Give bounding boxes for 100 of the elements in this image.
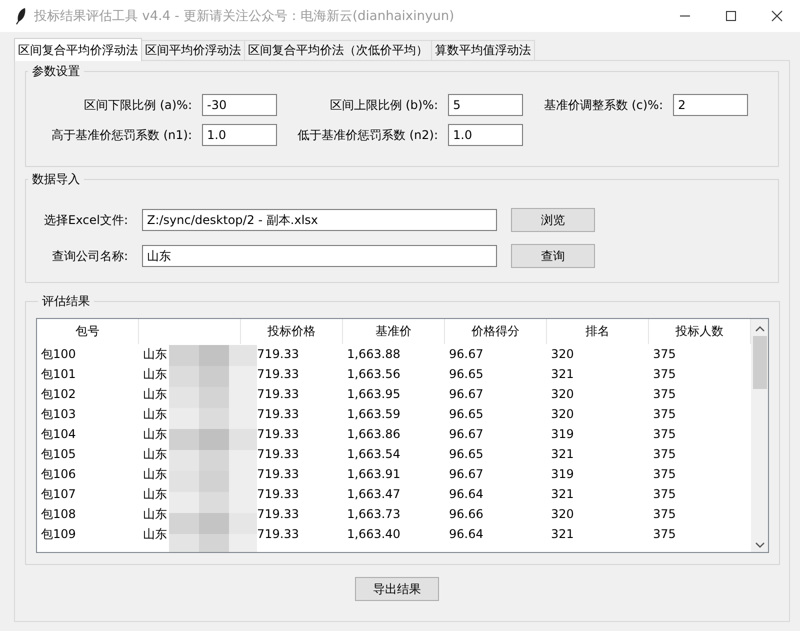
table-cell-text: 1,663.88	[346, 346, 402, 363]
table-cell-text: 375	[652, 506, 677, 523]
table-cell-text: 319	[550, 466, 575, 483]
table-cell-text: 321	[550, 446, 575, 463]
maximize-icon	[725, 10, 737, 22]
table-cell-text: 320	[550, 406, 575, 423]
table-cell-text: 包108	[40, 506, 77, 523]
table-cell-text: 321	[550, 526, 575, 543]
table-cell-text: 96.67	[448, 426, 484, 443]
table-cell-text: 375	[652, 426, 677, 443]
table-cell-text: 山东	[142, 346, 168, 363]
table-cell-text: 山东	[142, 366, 168, 383]
window-title: 投标结果评估工具 v4.4 - 更新请关注公众号：电海新云(dianhaixinyun)	[34, 8, 454, 25]
export-button[interactable]: 导出结果	[355, 577, 439, 601]
table-cell-text: 1,663.40	[346, 526, 402, 543]
column-header[interactable]: 包号	[37, 319, 139, 344]
column-header[interactable]: 基准价	[343, 319, 445, 344]
table-cell-text: 1,663.95	[346, 386, 402, 403]
table-cell-text: 包103	[40, 406, 77, 423]
table-cell-text: 320	[550, 346, 575, 363]
table-cell-text: 包100	[40, 346, 77, 363]
table-cell-text: 375	[652, 526, 677, 543]
field-label: 区间下限比例 (a)%:	[83, 96, 192, 114]
field-label: 基准价调整系数 (c)%:	[542, 96, 663, 114]
table-cell-text: 96.67	[448, 346, 484, 363]
table-cell-text: 包101	[40, 366, 77, 383]
table-cell-text: 96.66	[448, 506, 484, 523]
table-cell-text: 1,663.73	[346, 506, 402, 523]
table-cell-text: 山东	[142, 426, 168, 443]
table-cell-text: 375	[652, 446, 677, 463]
table-cell-text: 96.67	[448, 386, 484, 403]
table-cell-text: 96.67	[448, 466, 484, 483]
scrollbar[interactable]	[751, 319, 768, 552]
table-cell-text: 包105	[40, 446, 77, 463]
table-cell-text: 96.64	[448, 526, 484, 543]
group-title: 数据导入	[31, 171, 81, 188]
input-field[interactable]: 山东	[142, 245, 497, 267]
table-cell-text: 375	[652, 486, 677, 503]
column-header[interactable]: 价格得分	[445, 319, 547, 344]
table-cell-text: 320	[550, 506, 575, 523]
table-cell-text: 375	[652, 386, 677, 403]
table-cell-text: 319	[550, 426, 575, 443]
input-field[interactable]: 1.0	[202, 124, 277, 146]
table-cell-text: 1,663.86	[346, 426, 402, 443]
close-icon	[771, 10, 783, 22]
table-cell-text: 719.33	[256, 486, 300, 503]
table-cell-text: 375	[652, 466, 677, 483]
table-cell-text: 1,663.47	[346, 486, 402, 503]
table-cell-text: 山东	[142, 526, 168, 543]
table-cell-text: 719.33	[256, 346, 300, 363]
input-field[interactable]: 5	[448, 94, 523, 116]
tab[interactable]: 算数平均值浮动法	[431, 40, 535, 60]
input-field[interactable]: 1.0	[448, 124, 523, 146]
input-field[interactable]: -30	[202, 94, 277, 116]
table-cell-text: 320	[550, 386, 575, 403]
field-label: 低于基准价惩罚系数 (n2):	[296, 126, 438, 144]
input-field[interactable]: 2	[673, 94, 748, 116]
tab[interactable]: 区间复合平均价浮动法	[14, 38, 142, 61]
field-label: 区间上限比例 (b)%:	[328, 96, 438, 114]
table-cell-text: 包107	[40, 486, 77, 503]
table-cell-text: 96.65	[448, 406, 484, 423]
table-cell-text: 321	[550, 366, 575, 383]
table-cell-text: 719.33	[256, 506, 300, 523]
table-cell-text: 96.64	[448, 486, 484, 503]
table-cell-text: 山东	[142, 506, 168, 523]
table-cell-text: 1,663.91	[346, 466, 402, 483]
table-cell-text: 山东	[142, 466, 168, 483]
table-cell-text: 719.33	[256, 426, 300, 443]
table-cell-text: 719.33	[256, 386, 300, 403]
table-cell-text: 包109	[40, 526, 77, 543]
table-cell-text: 山东	[142, 486, 168, 503]
table-cell-text: 719.33	[256, 466, 300, 483]
table-cell-text: 1,663.54	[346, 446, 402, 463]
feather-icon	[15, 7, 27, 25]
field-label: 选择Excel文件:	[43, 212, 128, 228]
table-cell-text: 375	[652, 366, 677, 383]
input-field[interactable]: Z:/sync/desktop/2 - 副本.xlsx	[142, 209, 497, 231]
group-title: 评估结果	[41, 293, 91, 310]
table-cell-text: 375	[652, 346, 677, 363]
field-label: 查询公司名称:	[50, 248, 128, 264]
table-cell-text: 1,663.56	[346, 366, 402, 383]
table-cell-text: 山东	[142, 446, 168, 463]
column-header[interactable]: 投标价格	[241, 319, 343, 344]
table-cell-text: 96.65	[448, 366, 484, 383]
table-cell-text: 719.33	[256, 406, 300, 423]
table-cell-text: 719.33	[256, 366, 300, 383]
table-cell-text: 包104	[40, 426, 77, 443]
scroll-thumb[interactable]	[752, 336, 766, 389]
table-cell-text: 96.65	[448, 446, 484, 463]
action-button[interactable]: 浏览	[511, 208, 595, 232]
table-cell-text: 375	[652, 406, 677, 423]
action-button[interactable]: 查询	[511, 244, 595, 268]
field-label: 高于基准价惩罚系数 (n1):	[50, 126, 192, 144]
table-cell-text: 719.33	[256, 446, 300, 463]
column-header[interactable]: 排名	[547, 319, 649, 344]
table-cell-text: 包102	[40, 386, 77, 403]
table-cell-text: 321	[550, 486, 575, 503]
table-cell-text: 山东	[142, 406, 168, 423]
table-cell-text: 1,663.59	[346, 406, 402, 423]
table-cell-text: 包106	[40, 466, 77, 483]
